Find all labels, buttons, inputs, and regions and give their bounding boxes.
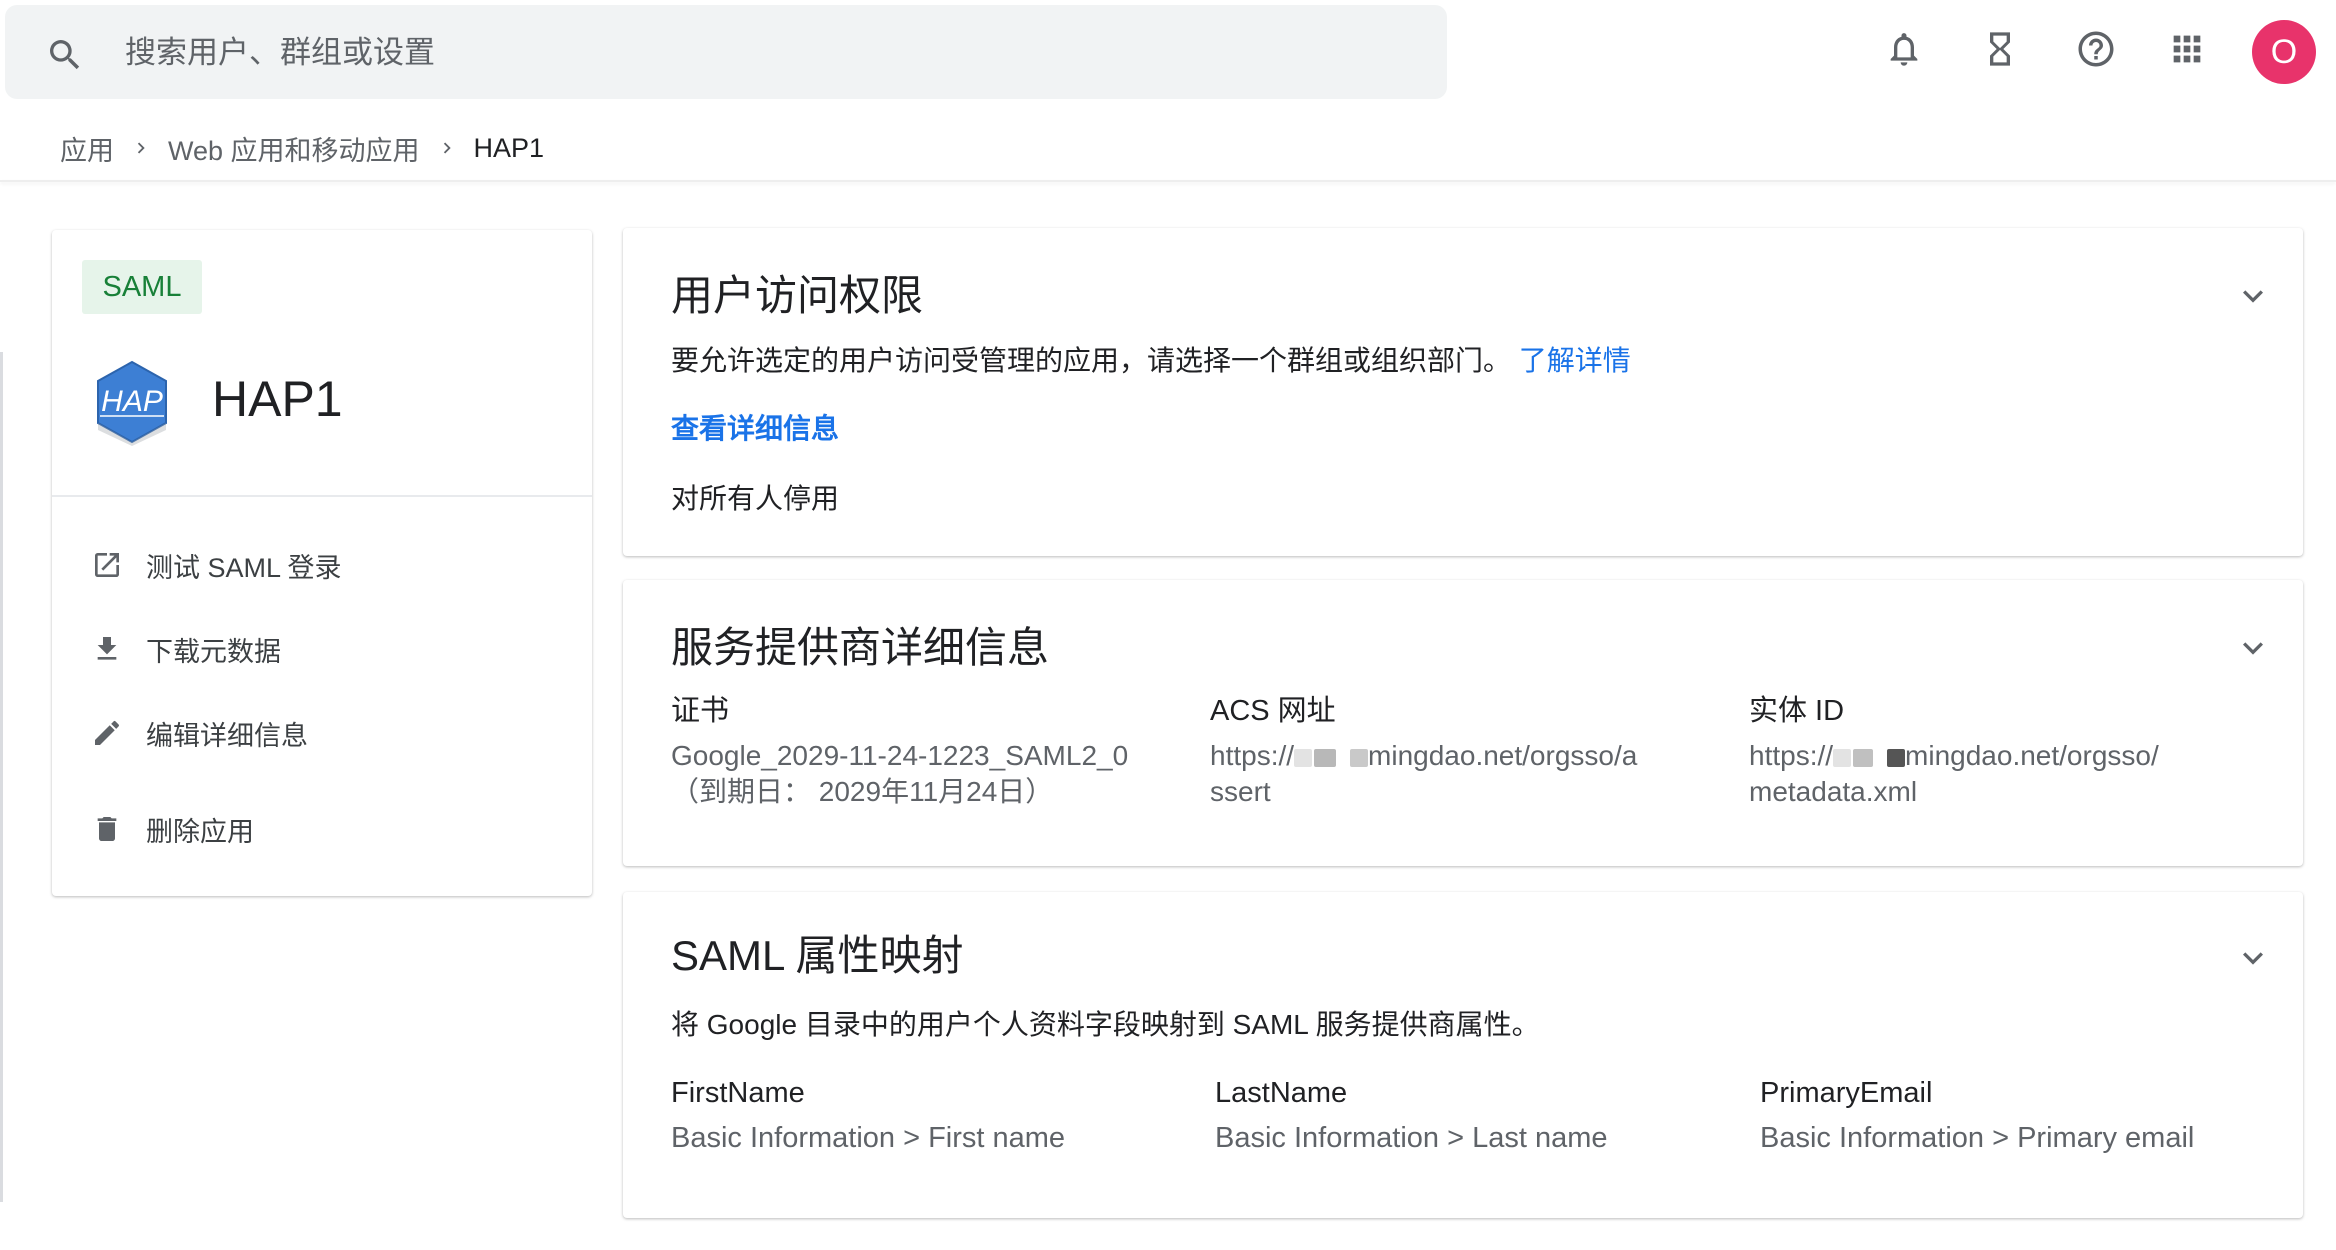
card-divider (52, 495, 592, 497)
chevron-down-icon[interactable] (2233, 628, 2273, 668)
saml-badge: SAML (82, 260, 202, 314)
notifications-icon[interactable] (1877, 22, 1931, 76)
redacted-block (1887, 748, 1906, 767)
attribute-name: LastName (1215, 1077, 1348, 1109)
user-access-description: 要允许选定的用户访问受管理的应用，请选择一个群组或组织部门。 了解详情 (671, 345, 1631, 376)
user-access-card[interactable]: 用户访问权限 要允许选定的用户访问受管理的应用，请选择一个群组或组织部门。 了解… (623, 228, 2303, 556)
attribute-name: FirstName (671, 1077, 805, 1109)
breadcrumb-item-current: HAP1 (473, 132, 545, 163)
attribute-mapping-value: Basic Information > Primary email (1760, 1122, 2195, 1154)
app-name: HAP1 (212, 371, 343, 427)
download-icon (90, 632, 124, 666)
certificate-value: Google_2029-11-24-1223_SAML2_0 (671, 740, 1129, 771)
attribute-mapping-description: 将 Google 目录中的用户个人资料字段映射到 SAML 服务提供商属性。 (671, 1009, 1540, 1040)
service-provider-card[interactable]: 服务提供商详细信息 证书 Google_2029-11-24-1223_SAML… (623, 580, 2303, 866)
certificate-label: 证书 (671, 695, 730, 727)
search-bar[interactable]: 搜索用户、群组或设置 (5, 5, 1447, 99)
attribute-mapping-title: SAML 属性映射 (671, 932, 964, 979)
redacted-block (1833, 748, 1852, 767)
search-icon[interactable] (45, 35, 85, 75)
redacted-block (1853, 748, 1874, 767)
attribute-mapping-value: Basic Information > Last name (1215, 1122, 1608, 1154)
chevron-down-icon[interactable] (2233, 938, 2273, 978)
action-label: 下载元数据 (146, 636, 281, 667)
view-details-link[interactable]: 查看详细信息 (671, 410, 839, 448)
chevron-right-icon (436, 137, 458, 159)
chevron-right-icon (130, 137, 152, 159)
acs-url-value: https://mingdao.net/orgsso/a (1210, 740, 1638, 771)
certificate-expiry: （到期日： 2029年11月24日） (671, 776, 1054, 807)
delete-app-action[interactable]: 删除应用 (90, 807, 254, 851)
search-input[interactable]: 搜索用户、群组或设置 (125, 33, 435, 73)
breadcrumb-item-web-mobile-apps[interactable]: Web 应用和移动应用 (168, 129, 420, 168)
breadcrumb: 应用 Web 应用和移动应用 HAP1 (60, 128, 544, 168)
access-status: 对所有人停用 (671, 483, 840, 514)
learn-more-link[interactable]: 了解详情 (1519, 345, 1631, 376)
avatar[interactable]: O (2252, 20, 2316, 84)
attribute-mapping-card[interactable]: SAML 属性映射 将 Google 目录中的用户个人资料字段映射到 SAML … (623, 892, 2303, 1218)
download-metadata-action[interactable]: 下载元数据 (90, 627, 281, 671)
mapping-column-primaryemail: PrimaryEmail Basic Information > Primary… (1760, 1074, 2194, 1156)
trash-icon (90, 812, 124, 846)
apps-grid-icon[interactable] (2160, 22, 2214, 76)
help-icon[interactable] (2069, 22, 2123, 76)
edit-pencil-icon (90, 716, 124, 750)
attribute-mapping-value: Basic Information > First name (671, 1122, 1066, 1154)
mapping-column-firstname: FirstName Basic Information > First name (671, 1074, 1065, 1156)
certificate-column: 证书 Google_2029-11-24-1223_SAML2_0 （到期日： … (671, 692, 1128, 810)
redacted-block (1294, 748, 1313, 767)
app-summary-card: SAML HAP HAP1 测试 SAML 登录 下载元数据 编辑详细信息 删除… (52, 230, 592, 896)
left-accent-bar (0, 352, 3, 1202)
logo-text: HAP (101, 385, 163, 418)
mapping-column-lastname: LastName Basic Information > Last name (1215, 1074, 1608, 1156)
hap-logo-icon: HAP (97, 360, 167, 446)
edit-details-action[interactable]: 编辑详细信息 (90, 711, 308, 755)
acs-url-value-cont: ssert (1210, 776, 1271, 807)
redacted-block (1350, 748, 1369, 767)
action-label: 编辑详细信息 (146, 720, 308, 751)
header-divider (0, 180, 2336, 182)
action-label: 测试 SAML 登录 (146, 552, 342, 583)
acs-url-column: ACS 网址 https://mingdao.net/orgsso/a sser… (1210, 692, 1637, 810)
entity-id-value: https://mingdao.net/orgsso/ (1749, 740, 2159, 771)
entity-id-label: 实体 ID (1749, 695, 1845, 727)
breadcrumb-item-apps[interactable]: 应用 (60, 129, 114, 168)
test-saml-login-action[interactable]: 测试 SAML 登录 (90, 543, 342, 587)
hourglass-icon[interactable] (1973, 22, 2027, 76)
chevron-down-icon[interactable] (2233, 276, 2273, 316)
entity-id-column: 实体 ID https://mingdao.net/orgsso/ metada… (1749, 692, 2159, 810)
redacted-block (1314, 748, 1337, 767)
attribute-name: PrimaryEmail (1760, 1077, 1933, 1109)
acs-url-label: ACS 网址 (1210, 695, 1336, 727)
service-provider-title: 服务提供商详细信息 (671, 624, 1050, 671)
open-in-new-icon (90, 548, 124, 582)
user-access-title: 用户访问权限 (671, 272, 924, 319)
action-label: 删除应用 (146, 816, 254, 847)
entity-id-value-cont: metadata.xml (1749, 776, 1918, 807)
